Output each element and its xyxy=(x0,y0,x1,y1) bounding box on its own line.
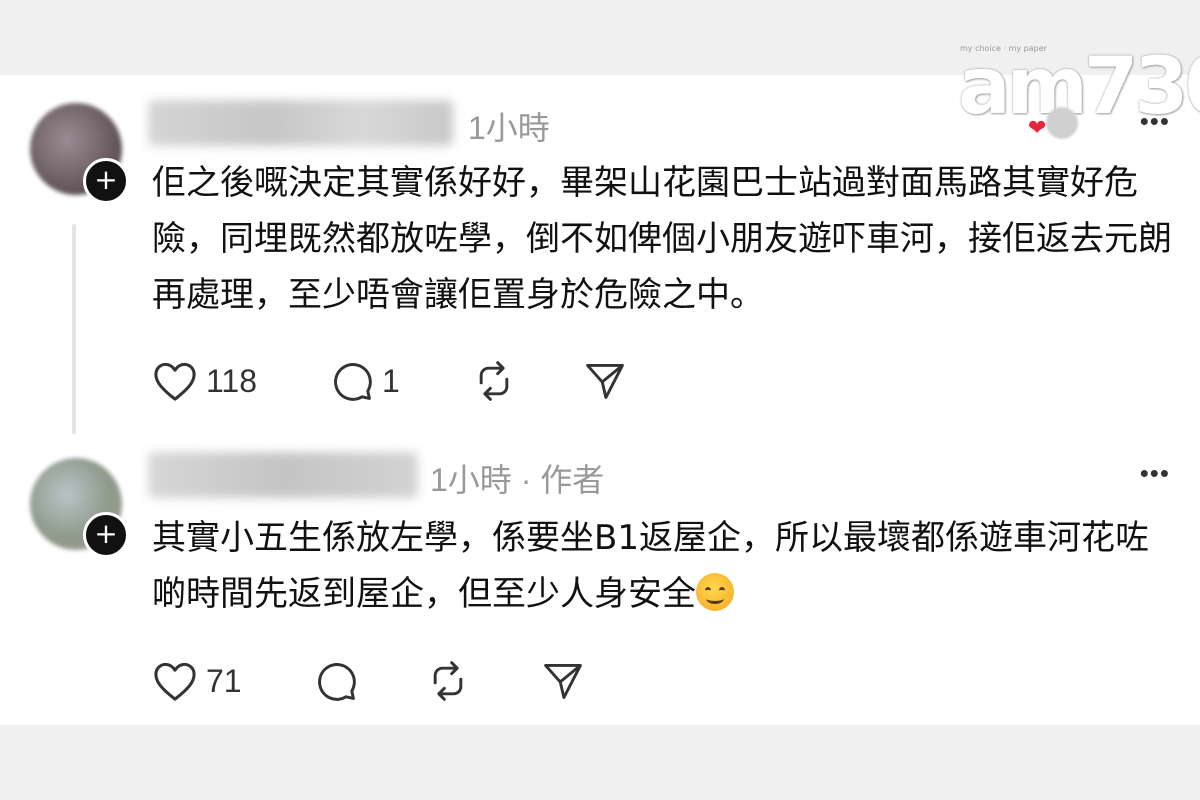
share-button[interactable] xyxy=(540,656,586,706)
like-button[interactable]: 118 xyxy=(152,356,257,406)
heart-icon xyxy=(154,362,196,401)
repost-icon xyxy=(433,661,463,701)
repost-icon xyxy=(479,361,509,401)
username-redacted[interactable] xyxy=(148,100,453,146)
comment-text: 佢之後嘅決定其實係好好，畢架山花園巴士站過對面馬路其實好危險，同埋既然都放咗學，… xyxy=(152,163,1172,315)
send-icon xyxy=(586,363,624,399)
like-count: 71 xyxy=(206,662,242,699)
reply-count: 1 xyxy=(382,362,400,399)
comment-text: 其實小五生係放左學，係要坐B1返屋企，所以最壞都係遊車河花咗啲時間先返到屋企，但… xyxy=(152,510,1172,622)
reactor-avatar xyxy=(1046,107,1078,139)
reply-button[interactable]: 1 xyxy=(330,356,400,406)
plus-icon[interactable]: + xyxy=(83,512,129,558)
comment-icon xyxy=(318,663,356,701)
comment-timestamp: 1小時 xyxy=(468,110,550,146)
comment-icon xyxy=(334,363,372,401)
plus-icon[interactable]: + xyxy=(83,158,129,204)
reply-button[interactable] xyxy=(314,656,358,706)
repost-button[interactable] xyxy=(472,356,516,406)
username-redacted[interactable] xyxy=(148,452,418,498)
heart-icon: ❤ xyxy=(1028,115,1047,140)
reacted-by-indicator[interactable]: ❤ xyxy=(1028,107,1078,141)
comment-timestamp: 1小時 · 作者 xyxy=(430,462,605,498)
send-icon xyxy=(544,663,582,699)
watermark-tagline: my choice · my paper xyxy=(960,44,1047,53)
comment-text-content: 其實小五生係放左學，係要坐B1返屋企，所以最壞都係遊車河花咗啲時間先返到屋企，但… xyxy=(152,518,1149,614)
thread-connector-line xyxy=(72,224,76,434)
repost-button[interactable] xyxy=(426,656,470,706)
more-icon[interactable]: ••• xyxy=(1140,458,1170,489)
smiling-face-emoji xyxy=(696,573,734,611)
heart-icon xyxy=(154,662,196,701)
more-icon[interactable]: ••• xyxy=(1140,106,1170,137)
like-count: 118 xyxy=(206,362,258,399)
share-button[interactable] xyxy=(582,356,628,406)
like-button[interactable]: 71 xyxy=(152,656,242,706)
